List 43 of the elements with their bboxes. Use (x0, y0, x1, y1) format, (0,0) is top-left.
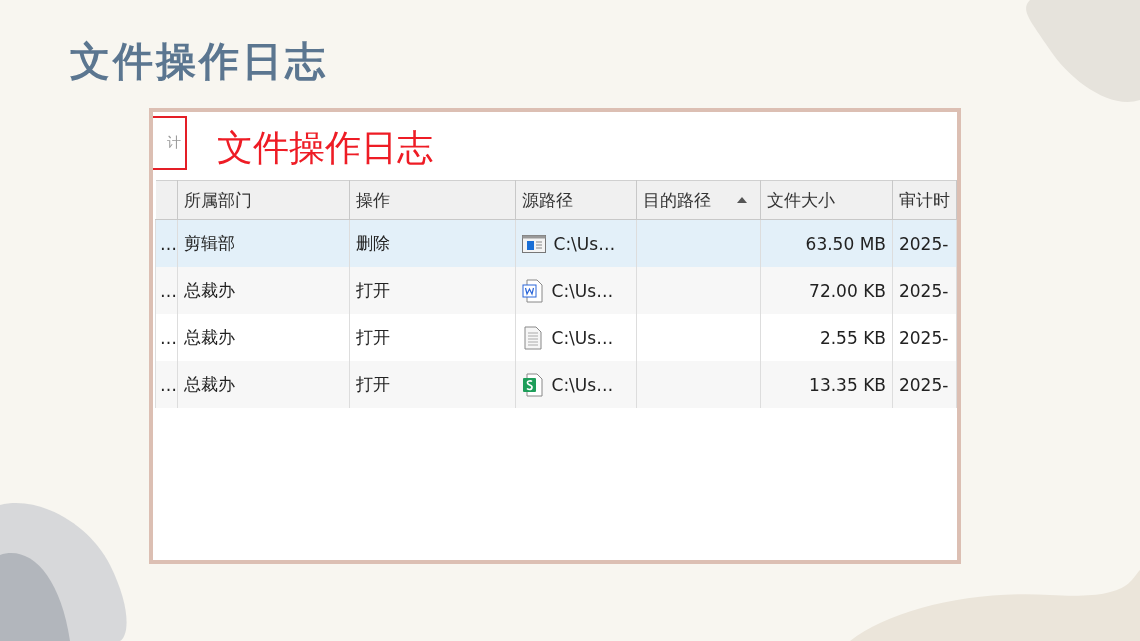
column-header[interactable] (155, 180, 178, 220)
slide-title: 文件操作日志 (70, 37, 328, 86)
column-header[interactable]: 目的路径 (636, 180, 761, 220)
table-row[interactable]: … 总裁办 打开 C:\Us… 72.00 KB 2025- (155, 267, 957, 314)
table-cell: 剪辑部 (183, 233, 235, 253)
table-cell: C:\Us… (551, 280, 614, 301)
column-header[interactable]: 源路径 (515, 180, 637, 220)
table-cell: 总裁办 (183, 374, 235, 394)
screenshot-heading: 文件操作日志 (217, 126, 433, 170)
table-cell: C:\Us… (553, 233, 616, 254)
table-cell: 13.35 KB (809, 374, 886, 395)
table-cell: 2025- (898, 233, 949, 254)
column-header[interactable]: 操作 (349, 180, 515, 220)
table-row[interactable]: … 剪辑部 删除 C:\Us… 63.50 MB 2025- (155, 219, 957, 267)
table-cell: … (159, 327, 177, 348)
column-header[interactable]: 文件大小 (760, 180, 893, 220)
table-cell: 打开 (356, 280, 391, 300)
window-icon (521, 234, 546, 253)
table-cell: 72.00 KB (809, 280, 886, 301)
table-cell: 打开 (356, 327, 391, 347)
word-document-icon (521, 278, 544, 303)
table-row[interactable]: … 总裁办 打开 C:\Us… 2.55 KB 2025- (155, 314, 957, 361)
text-document-icon (521, 325, 544, 350)
table-cell: 2025- (898, 327, 949, 348)
sort-ascending-icon (736, 196, 749, 204)
spreadsheet-icon (521, 372, 544, 397)
column-header[interactable]: 审计时 (892, 180, 957, 220)
table-cell: … (159, 233, 177, 254)
table-cell: … (159, 374, 177, 395)
table-cell: 打开 (356, 374, 391, 394)
column-header[interactable]: 所属部门 (177, 180, 350, 220)
table-cell: C:\Us… (551, 374, 614, 395)
table-cell: 2025- (898, 374, 949, 395)
table-cell: … (159, 280, 177, 301)
table-cell: 总裁办 (183, 327, 235, 347)
table-row[interactable]: … 总裁办 打开 C:\Us… 13.35 KB 2025- (155, 361, 957, 408)
table-cell: 2.55 KB (819, 327, 886, 348)
table-cell: C:\Us… (551, 327, 614, 348)
table-cell: 2025- (898, 280, 949, 301)
table-cell: 63.50 MB (805, 233, 886, 254)
table-cell: 删除 (356, 233, 391, 253)
cut-label: 计 (153, 116, 187, 170)
table-cell: 总裁办 (183, 280, 235, 300)
